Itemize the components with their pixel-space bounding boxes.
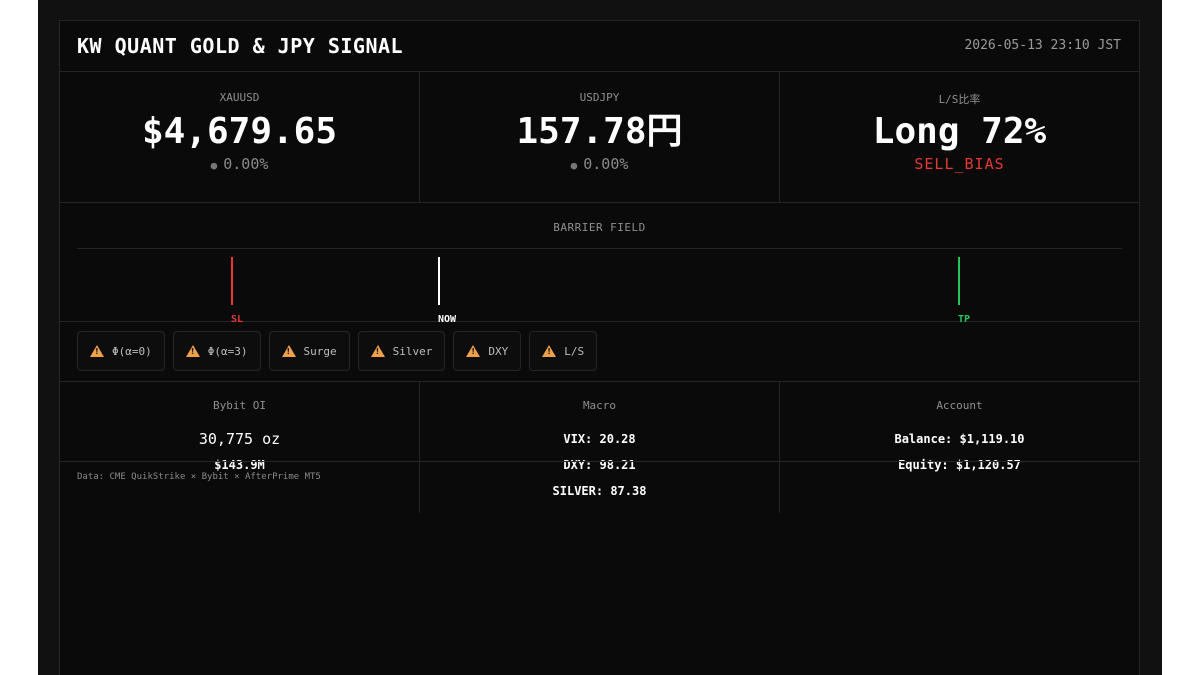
panel-title: Macro — [582, 399, 617, 412]
ticker-change: ● 0.00% — [60, 155, 419, 173]
alert-label: DXY — [488, 344, 509, 358]
warning-icon — [466, 345, 481, 357]
warning-icon — [370, 345, 385, 357]
tp-label: TP — [957, 314, 971, 325]
panel-title: Account — [936, 399, 983, 412]
ticker-label: L/S比率 — [938, 93, 981, 106]
warning-icon — [90, 345, 104, 357]
alert-chip-surge[interactable]: Surge — [268, 331, 350, 371]
alert-label: Surge — [303, 344, 337, 358]
bybit-oi-panel: Bybit OI 30,775 oz $143.9M — [60, 382, 420, 513]
ticker-price: Long 72% — [872, 111, 1047, 152]
sl-marker — [231, 257, 233, 305]
macro-silver: SILVER: 87.38 — [552, 484, 647, 498]
alert-label: Silver — [392, 344, 433, 358]
panel-title: Bybit OI — [213, 399, 266, 412]
oi-ounces: 30,775 oz — [198, 430, 281, 448]
signal-panel: KW QUANT GOLD & JPY SIGNAL 2026-05-13 23… — [59, 20, 1140, 675]
barrier-divider — [77, 248, 1122, 249]
dot-icon: ● — [210, 159, 218, 172]
ticker-usdjpy: USDJPY 157.78円 ● 0.00% — [420, 72, 780, 202]
ticker-label: XAUUSD — [219, 91, 260, 104]
ticker-change-value: 0.00% — [223, 155, 269, 173]
alert-chip-silver[interactable]: Silver — [357, 331, 446, 371]
barrier-field: BARRIER FIELD SL NOW TP — [60, 203, 1139, 325]
ticker-label: USDJPY — [579, 91, 620, 104]
alert-chips: Φ(α=0) Φ(α=3) Surge Silver DXY L/S — [77, 331, 598, 371]
now-marker — [438, 257, 440, 305]
account-panel: Account Balance: $1,119.10 Equity: $1,12… — [780, 382, 1139, 513]
warning-icon — [281, 345, 296, 357]
alert-label: L/S — [564, 344, 585, 358]
alert-chip-dxy[interactable]: DXY — [453, 331, 522, 371]
now-label: NOW — [437, 314, 457, 325]
timestamp: 2026-05-13 23:10 JST — [964, 38, 1121, 53]
sl-label: SL — [230, 314, 244, 325]
page-title: KW QUANT GOLD & JPY SIGNAL — [77, 34, 404, 58]
header: KW QUANT GOLD & JPY SIGNAL 2026-05-13 23… — [60, 21, 1139, 72]
divider — [60, 461, 1139, 462]
alert-chip-phi-a0[interactable]: Φ(α=0) — [77, 331, 165, 371]
barrier-title: BARRIER FIELD — [553, 221, 646, 234]
alert-chip-phi-a3[interactable]: Φ(α=3) — [172, 331, 261, 371]
stats-row: Bybit OI 30,775 oz $143.9M Macro VIX: 20… — [60, 381, 1139, 513]
app-frame: KW QUANT GOLD & JPY SIGNAL 2026-05-13 23… — [38, 0, 1162, 675]
account-balance: Balance: $1,119.10 — [894, 432, 1025, 446]
ticker-change: ● 0.00% — [420, 155, 779, 173]
ticker-price: 157.78円 — [516, 111, 683, 152]
alert-label: Φ(α=3) — [207, 344, 248, 358]
macro-vix: VIX: 20.28 — [563, 432, 636, 446]
macro-panel: Macro VIX: 20.28 DXY: 98.21 SILVER: 87.3… — [420, 382, 780, 513]
tp-marker — [958, 257, 960, 305]
warning-icon — [542, 345, 557, 357]
dot-icon: ● — [570, 159, 578, 172]
data-source-note: Data: CME QuikStrike × Bybit × AfterPrim… — [77, 472, 321, 482]
ticker-row: XAUUSD $4,679.65 ● 0.00% USDJPY 157.78円 ●… — [60, 72, 1139, 203]
ticker-ls-ratio: L/S比率 Long 72% SELL_BIAS — [780, 72, 1139, 202]
alert-label: Φ(α=0) — [112, 344, 152, 358]
alert-chip-ls[interactable]: L/S — [529, 331, 598, 371]
warning-icon — [185, 345, 200, 357]
ticker-xauusd: XAUUSD $4,679.65 ● 0.00% — [60, 72, 420, 202]
ticker-change-value: 0.00% — [583, 155, 629, 173]
ticker-price: $4,679.65 — [141, 111, 338, 152]
bias-badge: SELL_BIAS — [914, 155, 1005, 173]
